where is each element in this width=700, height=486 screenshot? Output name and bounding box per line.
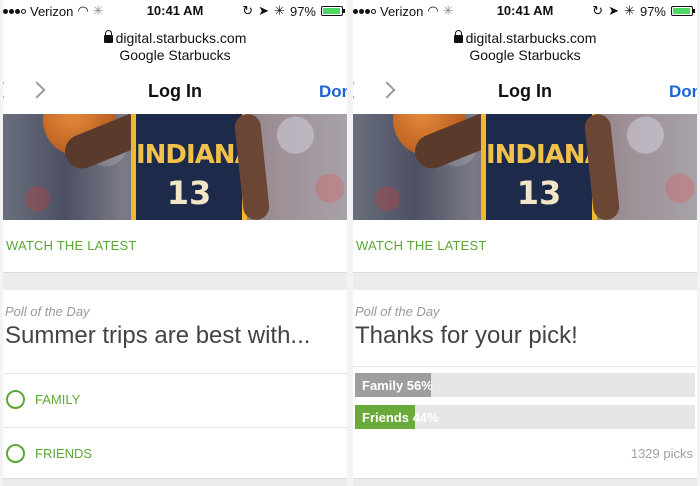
hero-image[interactable]: INDIANA 13 xyxy=(353,114,697,220)
section-divider xyxy=(353,478,697,486)
page-title: Log In xyxy=(148,81,202,101)
done-button[interactable]: Done xyxy=(319,82,347,102)
option-label: FAMILY xyxy=(35,392,81,407)
poll-label: Poll of the Day xyxy=(5,304,90,319)
url-domain: digital.starbucks.com xyxy=(115,30,247,46)
jersey-number: 13 xyxy=(516,174,562,212)
result-bar-friends: Friends 44% xyxy=(355,405,695,429)
bluetooth-icon: ✳ xyxy=(624,3,635,18)
orientation-lock-icon: ↻ xyxy=(242,3,254,18)
done-button[interactable]: Done xyxy=(669,82,697,102)
address-bar[interactable]: digital.starbucks.com Google Starbucks xyxy=(3,30,347,64)
location-icon: ➤ xyxy=(258,3,270,18)
section-divider xyxy=(353,272,697,290)
url-domain: digital.starbucks.com xyxy=(465,30,597,46)
address-bar[interactable]: digital.starbucks.com Google Starbucks xyxy=(353,30,697,64)
radio-button[interactable] xyxy=(6,390,25,409)
battery-percent: 97% xyxy=(289,3,316,19)
poll-question: Summer trips are best with... xyxy=(5,322,311,349)
poll-screen-before: Verizon ◠ ✳ 10:41 AM ↻ ➤ ✳ 97% digital.s… xyxy=(3,0,347,486)
jersey-text: INDIANA xyxy=(486,140,605,170)
watch-latest-label: WATCH THE LATEST xyxy=(356,238,487,253)
section-divider xyxy=(3,478,347,486)
hero-image[interactable]: INDIANA 13 xyxy=(3,114,347,220)
option-label: FRIENDS xyxy=(35,446,93,461)
result-label: Friends 44% xyxy=(362,410,439,425)
status-indicators: ↻ ➤ ✳ 97% xyxy=(242,3,345,19)
site-name: Google Starbucks xyxy=(469,47,581,63)
poll-option-friends[interactable]: FRIENDS xyxy=(3,427,347,479)
status-bar: Verizon ◠ ✳ 10:41 AM ↻ ➤ ✳ 97% xyxy=(353,0,697,22)
poll-screen-after: Verizon ◠ ✳ 10:41 AM ↻ ➤ ✳ 97% digital.s… xyxy=(353,0,697,486)
poll-option-family[interactable]: FAMILY xyxy=(3,373,347,425)
bluetooth-icon: ✳ xyxy=(274,3,285,18)
poll-label: Poll of the Day xyxy=(355,304,440,319)
result-label: Family 56% xyxy=(362,378,433,393)
picks-count: 1329 picks xyxy=(630,446,693,461)
battery-icon xyxy=(671,6,695,16)
jersey-number: 13 xyxy=(166,174,212,212)
jersey-text: INDIANA xyxy=(136,140,255,170)
status-indicators: ↻ ➤ ✳ 97% xyxy=(592,3,695,19)
lock-icon xyxy=(453,30,463,43)
section-divider xyxy=(3,272,347,290)
nav-bar: Log In Done xyxy=(3,72,347,112)
player-jersey: INDIANA 13 xyxy=(131,114,255,220)
url-line: digital.starbucks.com xyxy=(3,30,347,47)
player-jersey: INDIANA 13 xyxy=(481,114,605,220)
page-title: Log In xyxy=(498,81,552,101)
radio-button[interactable] xyxy=(6,444,25,463)
orientation-lock-icon: ↻ xyxy=(592,3,604,18)
poll-thanks-heading: Thanks for your pick! xyxy=(355,322,578,349)
battery-icon xyxy=(321,6,345,16)
nav-bar: Log In Done xyxy=(353,72,697,112)
location-icon: ➤ xyxy=(608,3,620,18)
result-bar-family: Family 56% xyxy=(355,373,695,397)
status-bar: Verizon ◠ ✳ 10:41 AM ↻ ➤ ✳ 97% xyxy=(3,0,347,22)
watch-latest-link[interactable]: WATCH THE LATEST xyxy=(353,220,697,272)
url-line: digital.starbucks.com xyxy=(353,30,697,47)
battery-percent: 97% xyxy=(639,3,666,19)
divider xyxy=(353,366,697,367)
lock-icon xyxy=(103,30,113,43)
watch-latest-link[interactable]: WATCH THE LATEST xyxy=(3,220,347,272)
watch-latest-label: WATCH THE LATEST xyxy=(6,238,137,253)
site-name: Google Starbucks xyxy=(119,47,231,63)
